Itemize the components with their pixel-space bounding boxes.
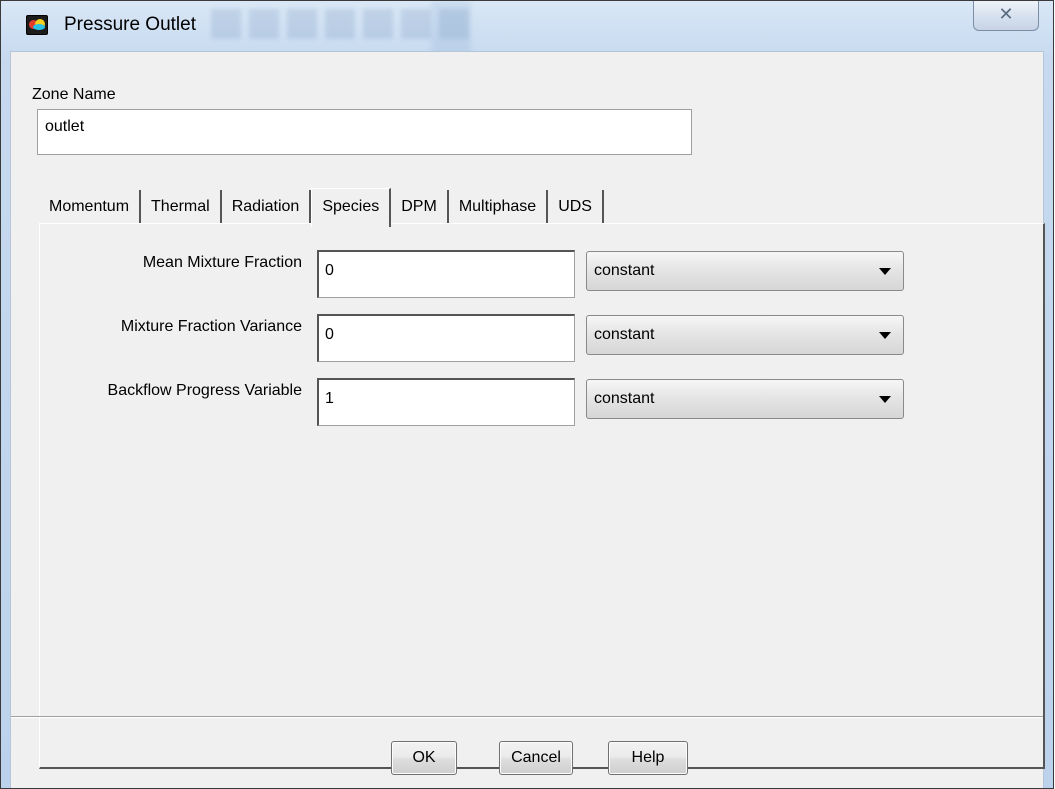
pressure-outlet-dialog: Pressure Outlet ✕ Zone Name outlet Momen… [0,0,1054,789]
tab-uds[interactable]: UDS [548,190,604,224]
chevron-down-icon [879,332,891,339]
zone-name-input[interactable]: outlet [37,109,692,155]
ok-button[interactable]: OK [391,741,457,775]
backflow-progress-variable-method-select[interactable]: constant [586,379,904,419]
chevron-down-icon [879,268,891,275]
backflow-progress-variable-method-value: constant [594,390,655,407]
title-bar[interactable]: Pressure Outlet ✕ [1,1,1053,51]
close-button[interactable]: ✕ [973,1,1039,31]
dialog-client-area: Zone Name outlet Momentum Thermal Radiat… [10,51,1045,788]
mean-mixture-fraction-method-select[interactable]: constant [586,251,904,291]
mean-mixture-fraction-method-value: constant [594,262,655,279]
mean-mixture-fraction-label: Mean Mixture Fraction [142,254,302,271]
window-title: Pressure Outlet [64,14,196,35]
mean-mixture-fraction-input[interactable]: 0 [317,250,575,298]
species-panel: Mean Mixture Fraction 0 constant Mixture… [39,223,1045,769]
mixture-fraction-variance-method-value: constant [594,326,655,343]
tab-thermal[interactable]: Thermal [141,190,222,224]
cancel-button[interactable]: Cancel [499,741,573,775]
backflow-progress-variable-input[interactable]: 1 [317,378,575,426]
tab-momentum[interactable]: Momentum [39,190,142,224]
tab-radiation[interactable]: Radiation [222,190,312,224]
mixture-fraction-variance-label: Mixture Fraction Variance [120,318,302,335]
help-button[interactable]: Help [608,741,688,775]
close-icon: ✕ [998,4,1014,24]
backflow-progress-variable-label: Backflow Progress Variable [107,382,302,399]
tab-multiphase[interactable]: Multiphase [449,190,549,224]
tab-dpm[interactable]: DPM [391,190,449,224]
zone-name-label: Zone Name [32,86,116,103]
mixture-fraction-variance-method-select[interactable]: constant [586,315,904,355]
tab-species[interactable]: Species [311,188,392,227]
mixture-fraction-variance-input[interactable]: 0 [317,314,575,362]
chevron-down-icon [879,396,891,403]
fluent-app-icon [26,15,48,35]
tab-bar: Momentum Thermal Radiation Species DPM M… [39,188,604,227]
button-row-separator [11,716,1043,718]
